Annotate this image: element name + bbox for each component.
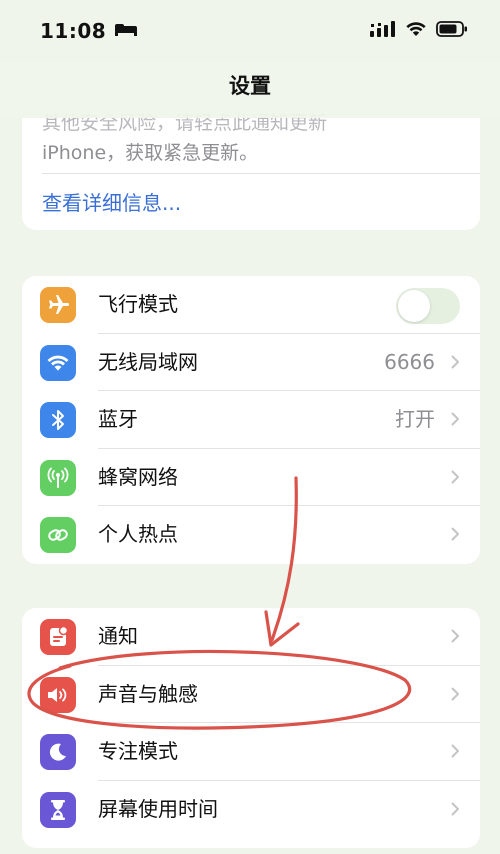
row-value: 打开 <box>395 407 435 431</box>
notification-bell-icon <box>40 619 76 655</box>
status-time: 11:08 <box>40 19 107 43</box>
settings-row-bluetooth[interactable]: 蓝牙 打开 <box>22 391 480 449</box>
row-label: 声音与触感 <box>98 681 198 706</box>
view-details-link[interactable]: 查看详细信息... <box>42 187 181 216</box>
chevron-right-icon <box>451 355 459 368</box>
wifi-icon <box>40 344 76 381</box>
row-label: 飞行模式 <box>98 292 178 316</box>
settings-row-cellular[interactable]: 蜂窝网络 <box>22 449 480 506</box>
chevron-right-icon <box>451 744 459 758</box>
chevron-right-icon <box>451 470 459 483</box>
settings-row-hotspot[interactable]: 个人热点 <box>22 506 480 564</box>
bed-icon <box>114 22 138 41</box>
speaker-icon <box>40 676 76 713</box>
row-label: 蓝牙 <box>98 407 138 431</box>
settings-row-screen-time[interactable]: 屏幕使用时间 <box>22 781 480 839</box>
airplane-mode-toggle[interactable] <box>396 288 460 324</box>
toggle-knob <box>398 290 430 322</box>
hourglass-icon <box>40 791 76 828</box>
settings-row-airplane-mode[interactable]: 飞行模式 <box>22 276 480 334</box>
notice-line-2: iPhone，获取紧急更新。 <box>42 142 259 164</box>
page-title: 设置 <box>229 74 271 98</box>
settings-row-wlan[interactable]: 无线局域网 6666 <box>22 334 480 391</box>
chevron-right-icon <box>451 412 459 426</box>
airplane-icon <box>40 287 76 323</box>
row-value: 6666 <box>384 349 435 374</box>
wifi-status-icon <box>405 21 427 41</box>
settings-group-connectivity: 飞行模式 无线局域网 6666 蓝牙 打开 蜂窝网络 个人热点 <box>22 276 480 564</box>
chevron-right-icon <box>451 687 459 700</box>
cellular-antenna-icon <box>40 459 76 496</box>
chevron-right-icon <box>451 527 459 541</box>
row-label: 专注模式 <box>98 739 178 763</box>
settings-row-focus[interactable]: 专注模式 <box>22 723 480 781</box>
cellular-signal-icon <box>370 21 396 41</box>
row-label: 屏幕使用时间 <box>98 796 218 821</box>
settings-row-notifications[interactable]: 通知 <box>22 608 480 666</box>
notice-divider <box>42 173 480 174</box>
battery-icon <box>436 21 468 41</box>
chevron-right-icon <box>451 629 459 643</box>
status-left: 11:08 <box>40 19 138 43</box>
moon-icon <box>40 734 76 770</box>
bluetooth-icon <box>40 402 76 438</box>
row-label: 蜂窝网络 <box>98 464 178 489</box>
row-label: 通知 <box>98 624 138 648</box>
chevron-right-icon <box>451 802 459 815</box>
row-label: 无线局域网 <box>98 349 198 374</box>
settings-row-sounds-haptics[interactable]: 声音与触感 <box>22 666 480 723</box>
row-label: 个人热点 <box>98 522 178 546</box>
status-right <box>370 21 468 41</box>
settings-group-notifications: 通知 声音与触感 专注模式 屏幕使用时间 <box>22 608 480 848</box>
hotspot-link-icon <box>40 517 76 553</box>
status-bar: 11:08 <box>0 0 500 62</box>
